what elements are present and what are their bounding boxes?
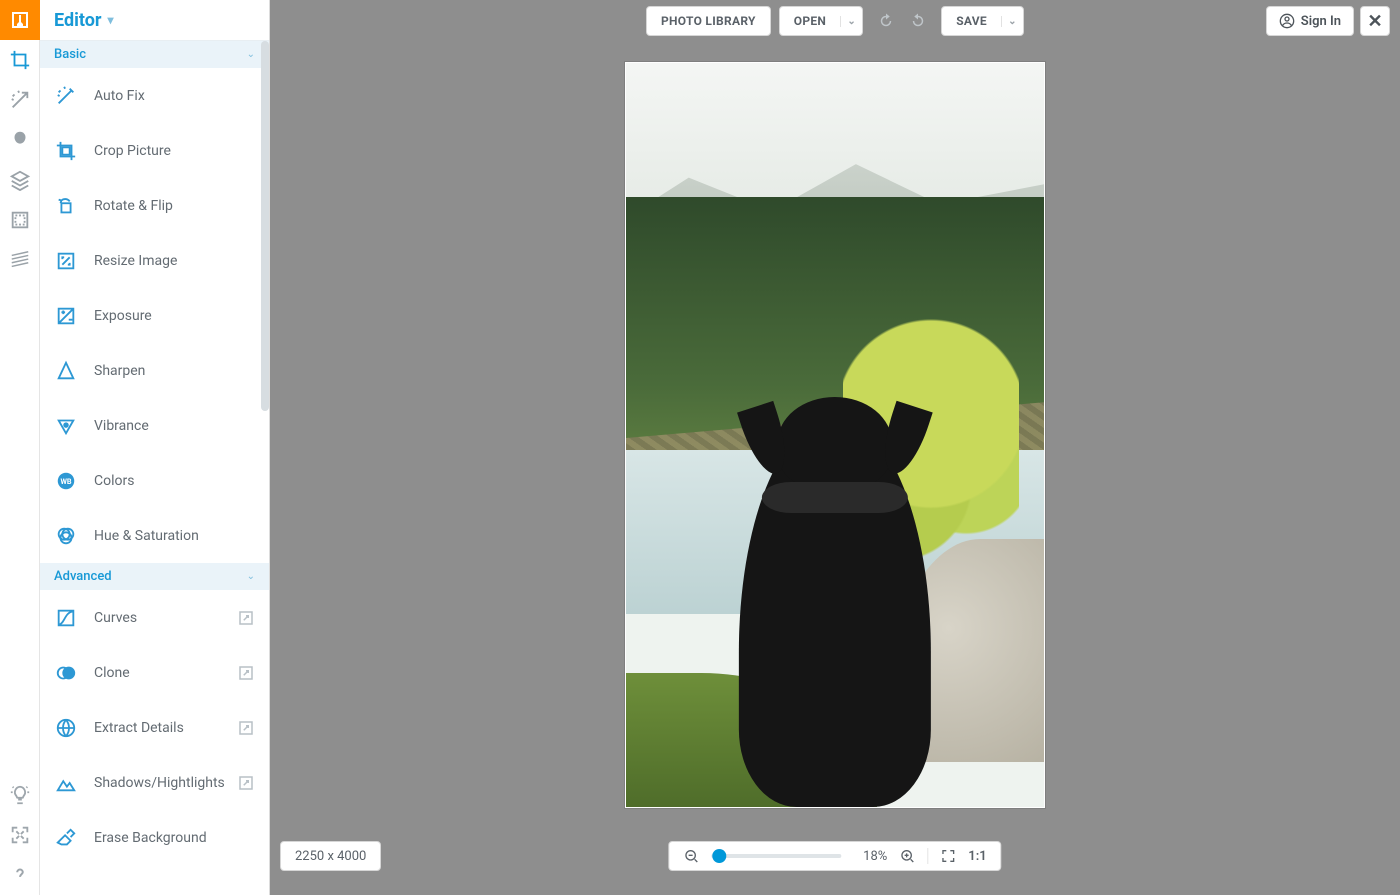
zoom-out-button[interactable] [683, 848, 699, 864]
canvas-image[interactable] [625, 62, 1045, 808]
tool-sharpen[interactable]: Sharpen [40, 343, 269, 398]
chevron-down-icon: ⌄ [247, 49, 255, 60]
tools-menu: Basic ⌄ Auto Fix Crop Picture Rotate & F… [40, 41, 269, 895]
group-basic-label: Basic [54, 47, 86, 62]
tool-shadows[interactable]: Shadows/Hightlights [40, 755, 269, 810]
user-icon [1279, 13, 1295, 29]
save-button[interactable]: SAVE ⌄ [941, 6, 1024, 36]
frame-tool-icon[interactable] [0, 200, 40, 240]
curves-icon [54, 606, 78, 630]
open-label: OPEN [780, 7, 840, 35]
portrait-tool-icon[interactable] [0, 120, 40, 160]
group-advanced-label: Advanced [54, 569, 112, 584]
magic-tool-icon[interactable] [0, 80, 40, 120]
idea-icon[interactable] [0, 775, 40, 815]
signin-button[interactable]: Sign In [1266, 6, 1354, 36]
editor-panel: Editor ▾ Basic ⌄ Auto Fix Crop Picture R… [40, 0, 270, 895]
group-advanced[interactable]: Advanced ⌄ [40, 563, 269, 590]
tool-clone[interactable]: Clone [40, 645, 269, 700]
actual-size-button[interactable]: 1:1 [968, 849, 986, 864]
tool-colors[interactable]: WB Colors [40, 453, 269, 508]
layers-tool-icon[interactable] [0, 160, 40, 200]
clone-icon [54, 661, 78, 685]
close-icon: ✕ [1367, 11, 1382, 32]
popout-icon [237, 774, 255, 792]
resize-icon [54, 249, 78, 273]
svg-text:WB: WB [60, 476, 71, 485]
tool-label: Rotate & Flip [94, 198, 255, 214]
tool-crop-picture[interactable]: Crop Picture [40, 123, 269, 178]
tool-label: Extract Details [94, 720, 237, 736]
tool-label: Sharpen [94, 363, 255, 379]
popout-icon [237, 609, 255, 627]
tool-label: Clone [94, 665, 237, 681]
tool-label: Crop Picture [94, 143, 255, 159]
tool-resize-image[interactable]: Resize Image [40, 233, 269, 288]
zoom-bar: 18% 1:1 [668, 841, 1001, 871]
close-button[interactable]: ✕ [1360, 6, 1390, 36]
shadows-icon [54, 771, 78, 795]
photo-library-button[interactable]: PHOTO LIBRARY [646, 6, 771, 36]
tool-auto-fix[interactable]: Auto Fix [40, 68, 269, 123]
top-toolbar: PHOTO LIBRARY OPEN ⌄ SAVE ⌄ [270, 6, 1400, 36]
wand-icon [54, 84, 78, 108]
texture-tool-icon[interactable] [0, 240, 40, 280]
signin-label: Sign In [1301, 14, 1341, 29]
app-logo[interactable] [0, 0, 40, 40]
tool-hue-saturation[interactable]: Hue & Saturation [40, 508, 269, 563]
undo-button[interactable] [871, 6, 901, 36]
crop-icon [54, 139, 78, 163]
top-right-controls: Sign In ✕ [1266, 6, 1390, 36]
popout-icon [237, 719, 255, 737]
tool-label: Hue & Saturation [94, 528, 255, 544]
chevron-down-icon: ▾ [107, 13, 113, 27]
colors-icon: WB [54, 469, 78, 493]
tool-label: Erase Background [94, 830, 255, 846]
hue-icon [54, 524, 78, 548]
tool-extract-details[interactable]: Extract Details [40, 700, 269, 755]
exposure-icon [54, 304, 78, 328]
editor-title: Editor [54, 10, 101, 31]
tool-exposure[interactable]: Exposure [40, 288, 269, 343]
rotate-icon [54, 194, 78, 218]
tool-vibrance[interactable]: Vibrance [40, 398, 269, 453]
tool-curves[interactable]: Curves [40, 590, 269, 645]
tool-rail [0, 0, 40, 895]
tool-rotate-flip[interactable]: Rotate & Flip [40, 178, 269, 233]
vibrance-icon [54, 414, 78, 438]
sharpen-icon [54, 359, 78, 383]
tool-label: Shadows/Hightlights [94, 775, 237, 791]
tool-label: Colors [94, 473, 255, 489]
help-icon[interactable] [0, 855, 40, 895]
zoom-in-button[interactable] [899, 848, 915, 864]
tool-label: Curves [94, 610, 237, 626]
chevron-down-icon[interactable]: ⌄ [840, 16, 862, 27]
fit-screen-button[interactable] [940, 848, 956, 864]
crop-tool-icon[interactable] [0, 40, 40, 80]
tool-label: Resize Image [94, 253, 255, 269]
image-dimensions[interactable]: 2250 x 4000 [280, 841, 381, 871]
save-label: SAVE [942, 7, 1001, 35]
tool-label: Vibrance [94, 418, 255, 434]
open-button[interactable]: OPEN ⌄ [779, 6, 863, 36]
zoom-slider-thumb[interactable] [712, 849, 726, 863]
tool-label: Exposure [94, 308, 255, 324]
fullscreen-icon[interactable] [0, 815, 40, 855]
tool-erase-background[interactable]: Erase Background [40, 810, 269, 865]
chevron-down-icon[interactable]: ⌄ [1001, 16, 1023, 27]
panel-scrollbar[interactable] [261, 41, 269, 411]
redo-button[interactable] [903, 6, 933, 36]
canvas-area: PHOTO LIBRARY OPEN ⌄ SAVE ⌄ Sign In ✕ 22… [270, 0, 1400, 895]
editor-mode-selector[interactable]: Editor ▾ [40, 0, 269, 40]
popout-icon [237, 664, 255, 682]
zoom-slider[interactable] [711, 854, 841, 858]
group-basic[interactable]: Basic ⌄ [40, 41, 269, 68]
chevron-down-icon: ⌄ [247, 571, 255, 582]
zoom-percent: 18% [853, 849, 887, 864]
erase-icon [54, 826, 78, 850]
tool-label: Auto Fix [94, 88, 255, 104]
extract-icon [54, 716, 78, 740]
